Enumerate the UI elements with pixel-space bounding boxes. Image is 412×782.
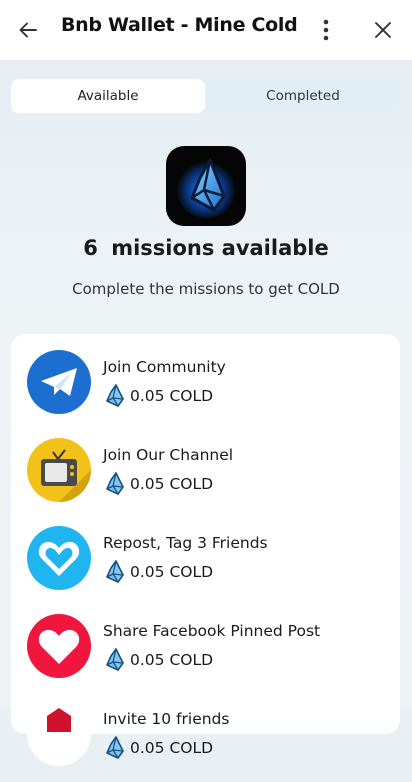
mission-item[interactable]: Invite 10 friends 0.05 COLD — [11, 702, 400, 782]
app-header: Bnb Wallet - Mine Cold — [0, 0, 412, 60]
mission-title: Repost, Tag 3 Friends — [103, 534, 268, 552]
mission-reward-value: 0.05 COLD — [130, 387, 214, 405]
tab-available[interactable]: Available — [11, 79, 205, 113]
mission-title: Invite 10 friends — [103, 710, 230, 728]
tv-icon — [27, 438, 91, 502]
mission-reward: 0.05 COLD — [103, 384, 213, 408]
mission-title: Join Community — [103, 358, 226, 376]
mission-reward-value: 0.05 COLD — [130, 651, 214, 669]
cold-coin-icon — [106, 736, 124, 759]
cold-coin-icon — [106, 560, 124, 583]
cold-coin-icon — [106, 648, 124, 671]
mission-title: Join Our Channel — [103, 446, 234, 464]
mission-reward: 0.05 COLD — [103, 560, 213, 584]
tab-completed[interactable]: Completed — [206, 79, 400, 113]
mission-item[interactable]: Join Community 0.05 COLD — [11, 350, 400, 430]
missions-count-label: missions available — [111, 236, 329, 260]
more-options-button[interactable] — [306, 10, 346, 50]
missions-count: 6 missions available — [0, 236, 412, 260]
cold-coin-icon — [106, 384, 124, 407]
mission-item[interactable]: Share Facebook Pinned Post 0.05 COLD — [11, 614, 400, 694]
mission-tabs: Available Completed — [11, 79, 400, 113]
page-title: Bnb Wallet - Mine Cold — [61, 14, 298, 36]
back-arrow-icon — [19, 22, 37, 38]
heart-icon — [27, 614, 91, 678]
mission-item[interactable]: Join Our Channel 0.05 COLD — [11, 438, 400, 518]
back-button[interactable] — [8, 10, 48, 50]
missions-count-number: 6 — [83, 236, 98, 260]
mission-item[interactable]: Repost, Tag 3 Friends 0.05 COLD — [11, 526, 400, 606]
close-icon — [375, 22, 391, 38]
mission-reward: 0.05 COLD — [103, 472, 213, 496]
mission-title: Share Facebook Pinned Post — [103, 622, 321, 640]
telegram-icon — [27, 350, 91, 414]
mission-reward-value: 0.05 COLD — [130, 563, 214, 581]
mission-reward-value: 0.05 COLD — [130, 739, 214, 757]
cold-coin-icon — [106, 472, 124, 495]
close-button[interactable] — [363, 10, 403, 50]
missions-list: Join Community 0.05 COLD Join Our Channe… — [11, 334, 400, 766]
heart-icon — [27, 526, 91, 590]
mission-reward-value: 0.05 COLD — [130, 475, 214, 493]
mission-reward: 0.05 COLD — [103, 736, 213, 760]
more-vertical-icon — [323, 19, 329, 41]
ice-crystal-icon — [176, 158, 236, 218]
cold-logo — [166, 146, 246, 226]
missions-content: Available Completed 6 missions available… — [0, 60, 412, 766]
gift-icon — [27, 702, 91, 766]
mission-reward: 0.05 COLD — [103, 648, 213, 672]
missions-subtitle: Complete the missions to get COLD — [72, 280, 340, 298]
